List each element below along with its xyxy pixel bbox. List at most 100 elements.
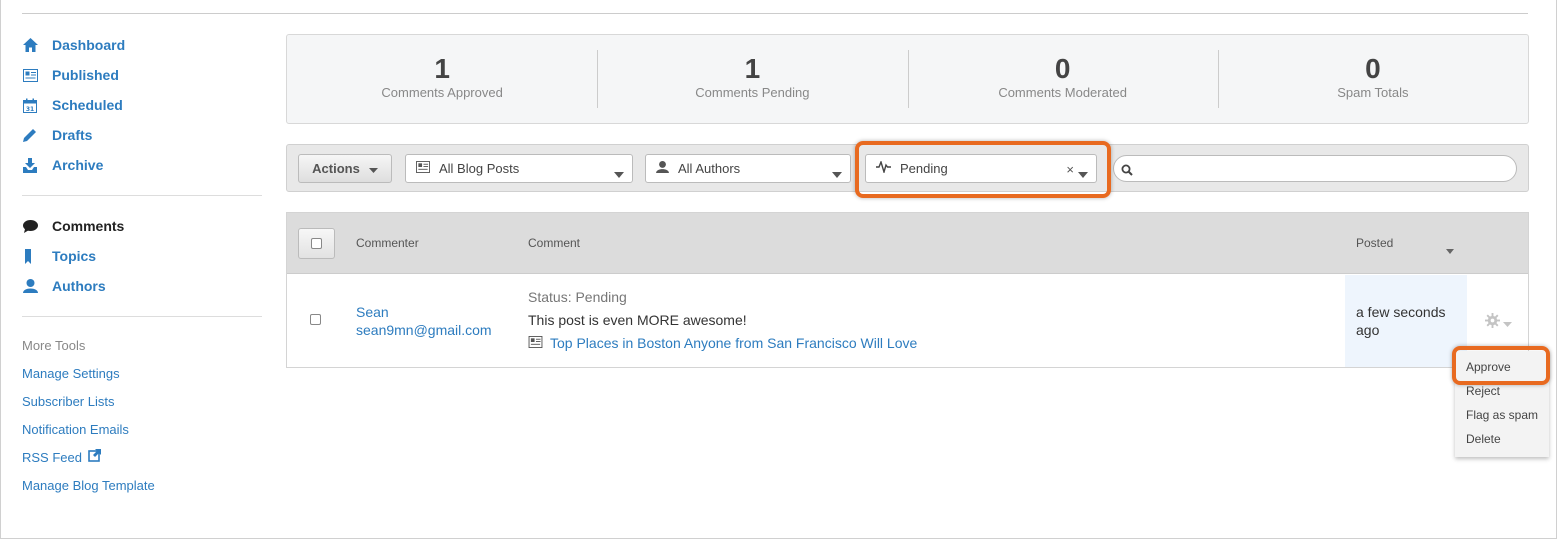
- search-input[interactable]: [1113, 155, 1517, 182]
- comment-stats-panel: 1 Comments Approved 1 Comments Pending 0…: [286, 34, 1529, 124]
- posted-time-suffix: ago: [1356, 322, 1380, 338]
- external-link-icon: [88, 444, 102, 472]
- comments-table: Commenter Comment Posted Sean sean9mn@gm…: [286, 212, 1529, 368]
- select-all-checkbox[interactable]: [298, 228, 335, 259]
- menu-item-flag-as-spam[interactable]: Flag as spam: [1466, 408, 1538, 422]
- sidebar-item-label: Comments: [52, 218, 125, 234]
- checkbox-box: [311, 238, 322, 249]
- sidebar-item-scheduled[interactable]: 31 Scheduled: [22, 90, 262, 120]
- row-actions-menu-button[interactable]: [1485, 313, 1512, 333]
- pencil-icon: [22, 128, 52, 142]
- sidebar-item-topics[interactable]: Topics: [22, 241, 262, 271]
- more-tools-title: More Tools: [22, 338, 86, 353]
- notification-emails-link[interactable]: Notification Emails: [22, 416, 262, 444]
- sidebar-item-label: Authors: [52, 278, 106, 294]
- table-header: Commenter Comment Posted: [287, 213, 1528, 274]
- stat-value: 1: [434, 53, 450, 84]
- archive-icon: [22, 157, 52, 173]
- sidebar-divider: [22, 316, 262, 317]
- post-title: Top Places in Boston Anyone from San Fra…: [550, 335, 918, 351]
- caret-down-icon: [1503, 314, 1512, 332]
- sidebar-item-drafts[interactable]: Drafts: [22, 120, 262, 150]
- user-icon: [22, 279, 52, 293]
- stat-label: Spam Totals: [1337, 85, 1409, 100]
- tool-link-label: Manage Blog Template: [22, 478, 155, 493]
- caret-down-icon: [1078, 166, 1088, 181]
- sidebar-divider: [22, 195, 262, 196]
- stat-comments-approved: 1 Comments Approved: [287, 35, 597, 123]
- comment-text: This post is even MORE awesome!: [528, 312, 747, 328]
- column-header-comment[interactable]: Comment: [528, 236, 580, 250]
- caret-down-icon: [368, 161, 378, 176]
- newspaper-icon: [22, 68, 52, 82]
- sidebar-item-dashboard[interactable]: Dashboard: [22, 30, 262, 60]
- caret-down-icon: [832, 166, 842, 181]
- menu-item-reject[interactable]: Reject: [1466, 384, 1500, 398]
- status-select[interactable]: Pending ×: [865, 154, 1097, 183]
- manage-settings-link[interactable]: Manage Settings: [22, 360, 262, 388]
- tool-link-label: Subscriber Lists: [22, 394, 115, 409]
- top-divider: [22, 13, 1528, 14]
- sidebar-item-comments[interactable]: Comments: [22, 211, 262, 241]
- blog-posts-value: All Blog Posts: [439, 161, 520, 176]
- stat-value: 0: [1365, 53, 1381, 84]
- stat-label: Comments Moderated: [998, 85, 1127, 100]
- comment-post-link[interactable]: Top Places in Boston Anyone from San Fra…: [528, 334, 917, 352]
- tool-link-label: Notification Emails: [22, 422, 129, 437]
- sidebar-item-authors[interactable]: Authors: [22, 271, 262, 301]
- authors-value: All Authors: [678, 161, 741, 176]
- newspaper-icon: [528, 334, 543, 352]
- column-header-commenter[interactable]: Commenter: [356, 236, 419, 250]
- menu-item-approve[interactable]: Approve: [1466, 360, 1511, 374]
- sidebar: Dashboard Published 31 Scheduled Drafts …: [22, 30, 262, 500]
- sidebar-item-label: Dashboard: [52, 37, 126, 53]
- authors-select[interactable]: All Authors: [645, 154, 851, 183]
- actions-button[interactable]: Actions: [298, 154, 392, 183]
- search-icon: [1121, 163, 1133, 181]
- sidebar-item-label: Drafts: [52, 127, 93, 143]
- row-checkbox[interactable]: [310, 314, 321, 325]
- stat-label: Comments Pending: [695, 85, 810, 100]
- sidebar-item-published[interactable]: Published: [22, 60, 262, 90]
- svg-text:31: 31: [26, 106, 34, 113]
- posted-time: a few seconds: [1356, 304, 1446, 320]
- status-value: Pending: [900, 161, 948, 176]
- stat-value: 1: [744, 53, 761, 84]
- commenter-name[interactable]: Sean: [356, 303, 389, 321]
- newspaper-icon: [416, 161, 430, 176]
- stat-comments-pending: 1 Comments Pending: [597, 35, 907, 123]
- clear-icon[interactable]: ×: [1066, 162, 1074, 177]
- checkbox-box: [310, 314, 321, 325]
- sidebar-item-label: Published: [52, 67, 119, 83]
- menu-item-delete[interactable]: Delete: [1466, 432, 1501, 446]
- manage-blog-template-link[interactable]: Manage Blog Template: [22, 472, 262, 500]
- sidebar-item-label: Topics: [52, 248, 97, 264]
- sidebar-item-label: Archive: [52, 157, 104, 173]
- user-icon: [656, 161, 669, 176]
- actions-label: Actions: [312, 161, 360, 176]
- stat-spam-totals: 0 Spam Totals: [1217, 35, 1528, 123]
- activity-icon: [876, 159, 891, 176]
- comment-status: Status: Pending: [528, 289, 627, 305]
- subscriber-lists-link[interactable]: Subscriber Lists: [22, 388, 262, 416]
- filter-bar: Actions All Blog Posts All Authors Pendi…: [286, 144, 1529, 192]
- row-actions-dropdown: Approve Reject Flag as spam Delete: [1455, 351, 1549, 457]
- sort-caret-icon[interactable]: [1446, 241, 1454, 259]
- calendar-icon: 31: [22, 98, 52, 113]
- stat-comments-moderated: 0 Comments Moderated: [907, 35, 1218, 123]
- table-row: Sean sean9mn@gmail.com Status: Pending T…: [287, 275, 1528, 367]
- stat-value: 0: [1054, 53, 1071, 84]
- sidebar-item-label: Scheduled: [52, 97, 123, 113]
- commenter-email[interactable]: sean9mn@gmail.com: [356, 321, 492, 339]
- gear-icon: [1485, 313, 1500, 333]
- comment-icon: [22, 219, 52, 233]
- blog-posts-select[interactable]: All Blog Posts: [405, 154, 633, 183]
- rss-feed-link[interactable]: RSS Feed: [22, 444, 262, 472]
- home-icon: [22, 38, 52, 52]
- stat-label: Comments Approved: [381, 85, 503, 100]
- caret-down-icon: [614, 166, 624, 181]
- column-header-posted[interactable]: Posted: [1356, 236, 1393, 250]
- sidebar-item-archive[interactable]: Archive: [22, 150, 262, 180]
- tool-link-label: RSS Feed: [22, 450, 82, 465]
- tool-link-label: Manage Settings: [22, 366, 120, 381]
